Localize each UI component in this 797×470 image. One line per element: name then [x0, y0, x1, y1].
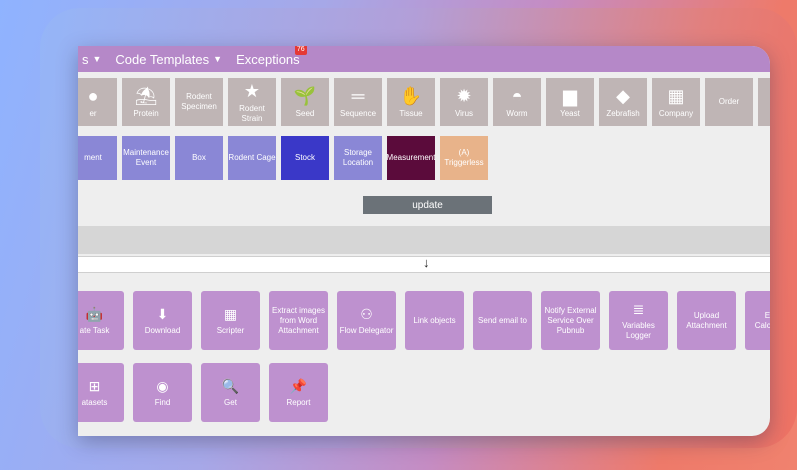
robot-icon: 🤖 [85, 305, 104, 322]
entity-tile-maintenance-event[interactable]: Maintenance Event [122, 136, 170, 180]
action-block-extract-images[interactable]: Extract images from Word Attachment [269, 291, 328, 350]
virus-icon: ✹ [456, 85, 472, 106]
menu-item-code-templates[interactable]: Code Templates ▼ [115, 52, 222, 67]
entity-tile-truncated-ment[interactable]: ment [78, 136, 117, 180]
list-icon: ≣ [632, 300, 645, 317]
action-block-datasets[interactable]: ⊞ atasets [78, 363, 124, 422]
divider-band [78, 226, 770, 254]
action-block-create-task[interactable]: 🤖 ate Task [78, 291, 124, 350]
entity-tile-rodent-cage[interactable]: Rodent Cage [228, 136, 276, 180]
action-block-upload-attachment[interactable]: Upload Attachment [677, 291, 736, 350]
pin-icon: 📌 [289, 377, 308, 394]
action-block-scripter[interactable]: ▦ Scripter [201, 291, 260, 350]
fingerprint-icon: ◉ [156, 377, 169, 394]
action-block-get[interactable]: 🔍 Get [201, 363, 260, 422]
entity-tile-seed[interactable]: 🌱 Seed [281, 78, 329, 126]
entity-tile-stock[interactable]: Stock [281, 136, 329, 180]
entity-tile-measurement[interactable]: Measurement [387, 136, 435, 180]
entity-icon: ● [87, 85, 99, 106]
umbrella-icon: ⛱ [134, 85, 158, 106]
menubar: s ▼ Code Templates ▼ Exceptions 76 [78, 46, 770, 72]
fish-icon: ◆ [616, 85, 630, 106]
entity-tile[interactable]: ● er [78, 78, 117, 126]
action-block-download[interactable]: ⬇ Download [133, 291, 192, 350]
entity-tile-triggerless[interactable]: (A) Triggerless [440, 136, 488, 180]
person-icon: ⚇ [360, 305, 373, 322]
entity-tile-sequence[interactable]: ═ Sequence [334, 78, 382, 126]
entity-tiles-row: ● er ⛱ Protein Rodent Specimen ★ Rodent Str… [78, 78, 770, 126]
entity-tile-truncated[interactable]: C [758, 78, 770, 126]
action-block-variables-logger[interactable]: ≣ Variables Logger [609, 291, 668, 350]
search-icon: 🔍 [221, 377, 240, 394]
action-block-notify-pubnub[interactable]: Notify External Service Over Pubnub [541, 291, 600, 350]
building-icon: ▦ [667, 85, 685, 106]
entity-tile-order[interactable]: Order [705, 78, 753, 126]
entity-tile-yeast[interactable]: ▆ Yeast [546, 78, 594, 126]
sprout-icon: 🌱 [293, 85, 317, 106]
calculator-icon: ▦ [223, 305, 238, 322]
table-icon: ⊞ [88, 377, 101, 394]
entity-tile-storage-location[interactable]: Storage Location [334, 136, 382, 180]
entity-tile-company[interactable]: ▦ Company [652, 78, 700, 126]
action-block-send-email[interactable]: Send email to [473, 291, 532, 350]
update-button[interactable]: update [363, 196, 492, 214]
star-icon: ★ [243, 80, 261, 101]
entity-tile-protein[interactable]: ⛱ Protein [122, 78, 170, 126]
action-block-report[interactable]: 📌 Report [269, 363, 328, 422]
arrow-down-icon: ↓ [423, 255, 430, 270]
action-blocks-row-2: ⊞ atasets ◉ Find 🔍 Get 📌 Report [78, 363, 328, 422]
entity-tile-rodent-specimen[interactable]: Rodent Specimen [175, 78, 223, 126]
action-block-find[interactable]: ◉ Find [133, 363, 192, 422]
bread-icon: ▆ [563, 85, 577, 106]
entity-tile-zebrafish[interactable]: ◆ Zebrafish [599, 78, 647, 126]
menu-item-exceptions[interactable]: Exceptions 76 [236, 46, 307, 67]
entity-tile-rodent-strain[interactable]: ★ Rodent Strain [228, 78, 276, 126]
entity-tile-box[interactable]: Box [175, 136, 223, 180]
hand-icon: ✋ [399, 85, 423, 106]
exceptions-count-badge: 76 [294, 46, 307, 55]
caret-down-icon: ▼ [213, 54, 223, 64]
action-blocks-row: 🤖 ate Task ⬇ Download ▦ Scripter Extract im… [78, 291, 770, 350]
menu-item-truncated[interactable]: s ▼ [82, 52, 101, 67]
action-block-link-objects[interactable]: Link objects [405, 291, 464, 350]
entity-tile-virus[interactable]: ✹ Virus [440, 78, 488, 126]
action-block-excel-calculation[interactable]: Excel Calculation [745, 291, 770, 350]
worm-icon: ◓ [511, 85, 523, 106]
app-window: s ▼ Code Templates ▼ Exceptions 76 ● er ⛱… [78, 46, 770, 436]
download-icon: ⬇ [156, 305, 169, 322]
action-block-flow-delegator[interactable]: ⚇ Flow Delegator [337, 291, 396, 350]
entity-tile-tissue[interactable]: ✋ Tissue [387, 78, 435, 126]
entity-tiles-row-2: ment Maintenance Event Box Rodent Cage S… [78, 136, 488, 180]
entity-tile-worm[interactable]: ◓ Worm [493, 78, 541, 126]
caret-down-icon: ▼ [92, 54, 102, 64]
sequence-icon: ═ [351, 85, 365, 106]
